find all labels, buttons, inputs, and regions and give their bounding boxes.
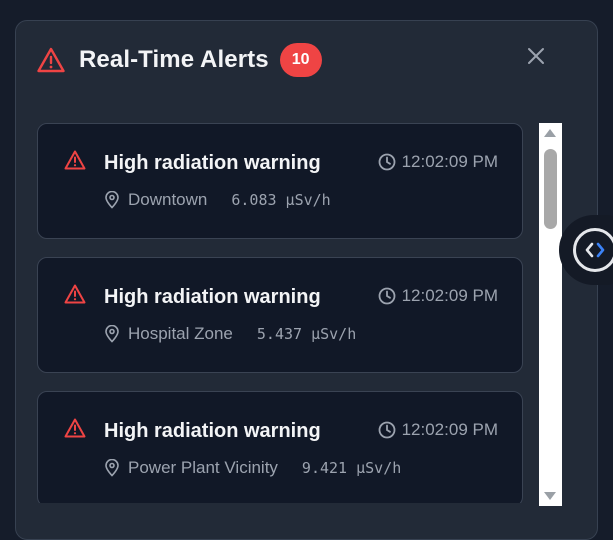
alert-title: High radiation warning bbox=[104, 420, 321, 442]
close-button[interactable] bbox=[524, 46, 548, 70]
code-brackets-icon bbox=[573, 228, 613, 272]
scroll-down-arrow-icon[interactable] bbox=[544, 492, 556, 500]
alert-card[interactable]: High radiation warning 12:02:09 PM Hospi… bbox=[37, 257, 523, 373]
map-pin-icon bbox=[104, 190, 120, 209]
map-pin-icon bbox=[104, 458, 120, 477]
alert-time: 12:02:09 PM bbox=[378, 420, 498, 440]
alert-count-badge: 10 bbox=[279, 43, 322, 77]
alerts-scrollbar[interactable] bbox=[539, 123, 562, 506]
alert-card[interactable]: High radiation warning 12:02:09 PM Downt… bbox=[37, 123, 523, 239]
scrollbar-thumb[interactable] bbox=[544, 149, 557, 229]
page-title: Real-Time Alerts bbox=[79, 46, 269, 73]
alert-triangle-icon bbox=[64, 284, 86, 306]
close-icon bbox=[527, 47, 545, 70]
alert-time-text: 12:02:09 PM bbox=[401, 286, 498, 305]
map-pin-icon bbox=[104, 324, 120, 343]
alert-triangle-icon bbox=[64, 418, 86, 440]
alert-location: Downtown 6.083 µSv/h bbox=[104, 190, 331, 210]
alert-location: Hospital Zone 5.437 µSv/h bbox=[104, 324, 356, 344]
alert-value: 6.083 µSv/h bbox=[231, 191, 331, 209]
alert-title: High radiation warning bbox=[104, 286, 321, 308]
alert-triangle-icon bbox=[64, 150, 86, 172]
alert-time: 12:02:09 PM bbox=[378, 152, 498, 172]
clock-icon bbox=[378, 287, 396, 305]
alert-title: High radiation warning bbox=[104, 152, 321, 174]
clock-icon bbox=[378, 421, 396, 439]
alert-location-text: Hospital Zone bbox=[128, 324, 233, 343]
alert-card[interactable]: High radiation warning 12:02:09 PM Power… bbox=[37, 391, 523, 503]
alert-time-text: 12:02:09 PM bbox=[401, 420, 498, 439]
clock-icon bbox=[378, 153, 396, 171]
alert-value: 9.421 µSv/h bbox=[301, 459, 402, 477]
alert-location-text: Power Plant Vicinity bbox=[128, 458, 278, 477]
alert-value: 5.437 µSv/h bbox=[256, 325, 357, 343]
alert-location: Power Plant Vicinity 9.421 µSv/h bbox=[104, 458, 401, 478]
alerts-list: High radiation warning 12:02:09 PM Downt… bbox=[37, 103, 525, 503]
alert-time-text: 12:02:09 PM bbox=[401, 152, 498, 171]
alert-location-text: Downtown bbox=[128, 190, 208, 209]
scroll-up-arrow-icon[interactable] bbox=[544, 129, 556, 137]
alert-time: 12:02:09 PM bbox=[378, 286, 498, 306]
alert-triangle-icon bbox=[37, 46, 65, 74]
alerts-header: Real-Time Alerts 10 bbox=[37, 43, 322, 77]
